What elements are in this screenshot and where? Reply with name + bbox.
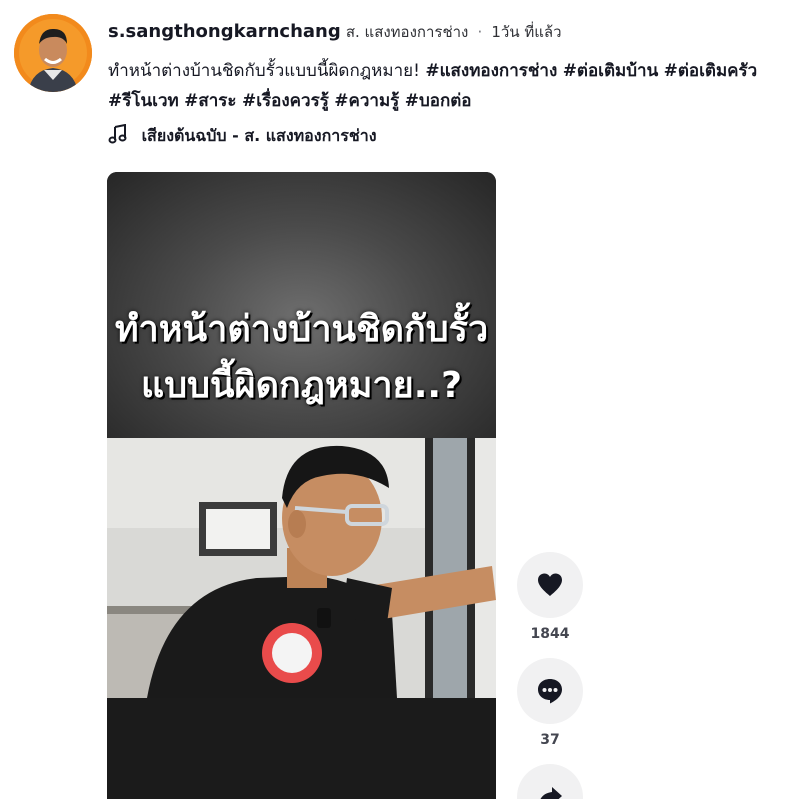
music-note-icon <box>108 123 128 148</box>
author-avatar[interactable] <box>14 14 92 92</box>
hashtag-link[interactable]: #ความรู้ <box>334 91 399 111</box>
video-overlay-text-line1: ทำหน้าต่างบ้านชิดกับรั้ว <box>114 309 489 350</box>
video-player[interactable]: ทำหน้าต่างบ้านชิดกับรั้ว แบบนี้ผิดกฎหมาย… <box>107 172 496 799</box>
action-bar: 1844 37 <box>517 552 585 799</box>
hashtag-link[interactable]: #ต่อเติมบ้าน <box>563 61 659 81</box>
caption-text: ทำหน้าต่างบ้านชิดกับรั้วแบบนี้ผิดกฎหมาย! <box>108 61 420 81</box>
hashtag-link[interactable]: #รีโนเวท <box>108 91 179 111</box>
video-frame <box>107 438 496 698</box>
video-overlay-text-line2: แบบนี้ผิดกฎหมาย..? <box>141 365 462 406</box>
video-post-page: s.sangthongkarnchang ส. แสงทองการช่าง · … <box>0 0 809 799</box>
hashtag-link[interactable]: #ต่อเติมครัว <box>664 61 758 81</box>
heart-icon <box>538 573 562 596</box>
hashtag-link[interactable]: #สาระ <box>184 91 236 111</box>
hashtag-link[interactable]: #บอกต่อ <box>405 91 472 111</box>
video-bottom-bar <box>107 698 496 799</box>
share-icon <box>540 787 562 799</box>
like-count: 1844 <box>530 626 570 642</box>
posted-time: 1วัน ที่แล้ว <box>491 23 562 41</box>
comment-button[interactable] <box>517 658 583 724</box>
post-caption: ทำหน้าต่างบ้านชิดกับรั้วแบบนี้ผิดกฎหมาย!… <box>108 56 768 116</box>
music-label: เสียงต้นฉบับ - ส. แสงทองการช่าง <box>141 126 377 145</box>
author-username[interactable]: s.sangthongkarnchang <box>108 21 341 42</box>
music-link[interactable]: เสียงต้นฉบับ - ส. แสงทองการช่าง <box>108 123 377 150</box>
hashtag-link[interactable]: #แสงทองการช่าง <box>425 61 557 81</box>
avatar-image <box>14 14 92 92</box>
share-button[interactable] <box>517 764 583 799</box>
comment-count: 37 <box>540 732 560 748</box>
author-row: s.sangthongkarnchang ส. แสงทองการช่าง · … <box>108 20 798 46</box>
hashtag-link[interactable]: #เรื่องควรรู้ <box>242 91 329 111</box>
separator-dot: · <box>477 23 483 41</box>
comment-icon <box>538 679 562 704</box>
author-nickname[interactable]: ส. แสงทองการช่าง <box>346 23 469 41</box>
like-button[interactable] <box>517 552 583 618</box>
